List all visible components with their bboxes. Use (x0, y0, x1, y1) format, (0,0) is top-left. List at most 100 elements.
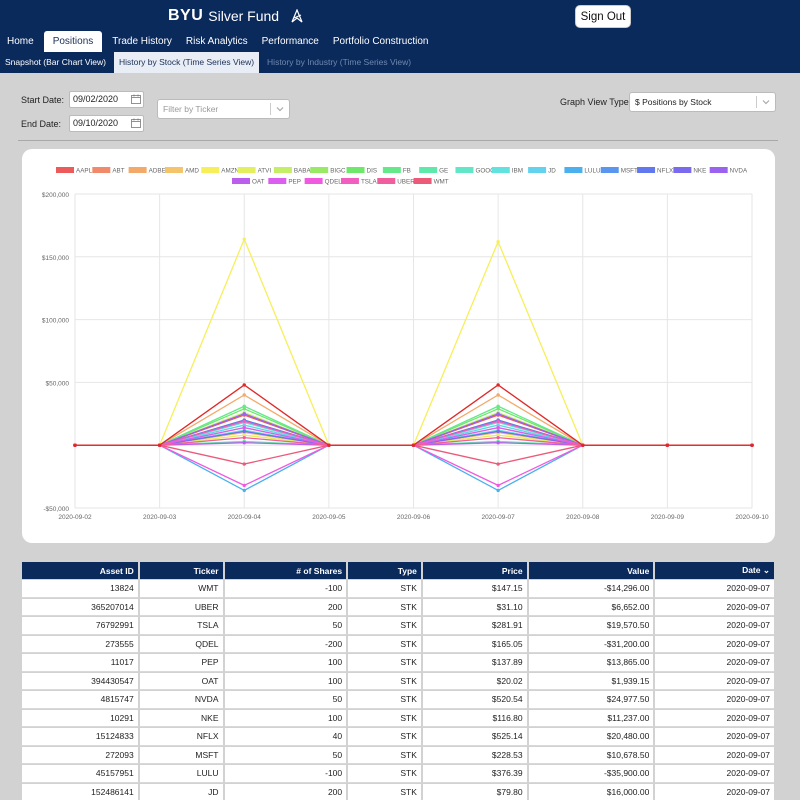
table-cell: 152486141 (22, 783, 138, 800)
table-cell: PEP (139, 654, 223, 672)
sort-chevron-icon[interactable]: ⌄ (763, 565, 770, 575)
legend-swatch (92, 167, 111, 173)
sign-out-button[interactable]: Sign Out (575, 5, 631, 28)
table-cell: 2020-09-07 (655, 635, 774, 653)
table-row[interactable]: 11017 PEP 100 STK $137.89 $13,865.00 2020-09-0… (22, 654, 774, 672)
table-cell: 2020-09-07 (655, 783, 774, 800)
col-date[interactable]: Date ⌄ (655, 562, 774, 579)
nav-risk-analytics[interactable]: Risk Analytics (179, 31, 255, 52)
table-row[interactable]: 4815747 NVDA 50 STK $520.54 $24,977.50 2020-09… (22, 691, 774, 709)
legend-label: LULU (584, 168, 601, 175)
graph-view-select[interactable]: $ Positions by Stock (629, 92, 776, 112)
col-asset-id[interactable]: Asset ID (22, 562, 138, 579)
table-cell: $13,865.00 (528, 654, 654, 672)
table-row[interactable]: 10291 NKE 100 STK $116.80 $11,237.00 2020-09-0… (22, 709, 774, 727)
table-cell: TSLA (139, 617, 223, 635)
legend-label: TSLA (361, 179, 378, 186)
legend-swatch (201, 167, 220, 173)
table-cell: $20.02 (422, 672, 527, 690)
legend-swatch (346, 167, 365, 173)
brand-logo[interactable]: BYU Silver Fund (168, 7, 304, 25)
legend-label: WMT (434, 179, 449, 186)
table-cell: MSFT (139, 746, 223, 764)
start-date-input[interactable]: 09/02/2020 (69, 91, 144, 108)
legend-label: PEP (288, 179, 301, 186)
legend-label: AAPL (76, 168, 93, 175)
subtab-history-by-industry[interactable]: History by Industry (Time Series View) (262, 52, 416, 73)
series-point (750, 443, 754, 447)
legend-swatch (268, 178, 287, 184)
legend-label: DIS (367, 168, 378, 175)
nav-trade-history[interactable]: Trade History (105, 31, 179, 52)
legend-swatch (600, 167, 619, 173)
series-point (496, 462, 500, 466)
series-point (665, 443, 670, 447)
chevron-down-icon[interactable] (274, 103, 286, 115)
table-cell: UBER (139, 598, 223, 616)
table-cell: -100 (224, 580, 347, 598)
end-date-input[interactable]: 09/10/2020 (69, 115, 144, 132)
col-ticker[interactable]: Ticker (139, 562, 223, 579)
table-cell: -$35,900.00 (528, 765, 654, 783)
table-row[interactable]: 272093 MSFT 50 STK $228.53 $10,678.50 2020-09-… (22, 746, 774, 764)
legend-label: FB (403, 168, 411, 175)
table-cell: $20,480.00 (528, 728, 654, 746)
subtab-snapshot[interactable]: Snapshot (Bar Chart View) (0, 52, 111, 73)
table-row[interactable]: 394430547 OAT 100 STK $20.02 $1,939.15 2020-09… (22, 672, 774, 690)
nav-home[interactable]: Home (0, 31, 41, 52)
table-cell: $137.89 (422, 654, 527, 672)
calendar-icon[interactable] (131, 118, 141, 128)
legend-swatch (637, 167, 656, 173)
table-row[interactable]: 365207014 UBER 200 STK $31.10 $6,652.00 2020-0… (22, 598, 774, 616)
legend-swatch (56, 167, 74, 173)
table-row[interactable]: 152486141 JD 200 STK $79.80 $16,000.00 2020-09… (22, 783, 774, 800)
series-point (242, 429, 246, 434)
sub-nav: Snapshot (Bar Chart View) History by Sto… (0, 52, 800, 73)
table-row[interactable]: 45157951 LULU -100 STK $376.39 -$35,900.00 202… (22, 765, 774, 783)
legend-label: GE (439, 168, 448, 175)
col-shares[interactable]: # of Shares (224, 562, 347, 579)
table-cell: STK (348, 617, 421, 635)
col-value[interactable]: Value (528, 562, 654, 579)
series-point (496, 412, 500, 416)
x-tick-label: 2020-09-07 (482, 514, 516, 521)
table-cell: STK (348, 709, 421, 727)
series-point (242, 425, 246, 430)
nav-positions[interactable]: Positions (43, 31, 103, 52)
end-date-value: 09/10/2020 (73, 118, 119, 128)
legend-label: JD (548, 168, 556, 175)
table-cell: $31.10 (422, 598, 527, 616)
table-cell: QDEL (139, 635, 223, 653)
table-cell: 2020-09-07 (655, 672, 774, 690)
legend-label: QDEL (325, 179, 343, 186)
table-cell: 40 (224, 728, 347, 746)
table-row[interactable]: 76792991 TSLA 50 STK $281.91 $19,570.50 2020-0… (22, 617, 774, 635)
table-cell: 76792991 (22, 617, 138, 635)
calendar-icon[interactable] (131, 94, 141, 104)
table-cell: $228.53 (422, 746, 527, 764)
col-price[interactable]: Price (422, 562, 527, 579)
series-point (496, 488, 500, 493)
nav-performance[interactable]: Performance (255, 31, 326, 52)
x-tick-label: 2020-09-04 (228, 514, 262, 521)
col-type[interactable]: Type (348, 562, 421, 579)
table-row[interactable]: 273555 QDEL -200 STK $165.05 -$31,200.00 2020-… (22, 635, 774, 653)
ticker-filter-select[interactable]: Filter by Ticker (157, 99, 290, 119)
chevron-down-icon[interactable] (760, 96, 772, 108)
series-point (242, 237, 246, 241)
subtab-history-by-stock[interactable]: History by Stock (Time Series View) (113, 52, 260, 73)
legend-swatch (673, 167, 692, 173)
table-row[interactable]: 13824 WMT -100 STK $147.15 -$14,296.00 2020-09… (22, 580, 774, 598)
x-tick-label: 2020-09-09 (651, 514, 685, 521)
table-cell: 45157951 (22, 765, 138, 783)
table-row[interactable]: 15124833 NFLX 40 STK $525.14 $20,480.00 2020-0… (22, 728, 774, 746)
table-cell: 2020-09-07 (655, 746, 774, 764)
nav-portfolio-construction[interactable]: Portfolio Construction (326, 31, 436, 52)
series-point (242, 412, 246, 416)
table-cell: NKE (139, 709, 223, 727)
table-cell: STK (348, 580, 421, 598)
main-nav: Home Positions Trade History Risk Analyt… (0, 31, 435, 52)
series-point (242, 462, 246, 466)
series-point (496, 404, 500, 408)
legend-swatch (709, 167, 728, 173)
